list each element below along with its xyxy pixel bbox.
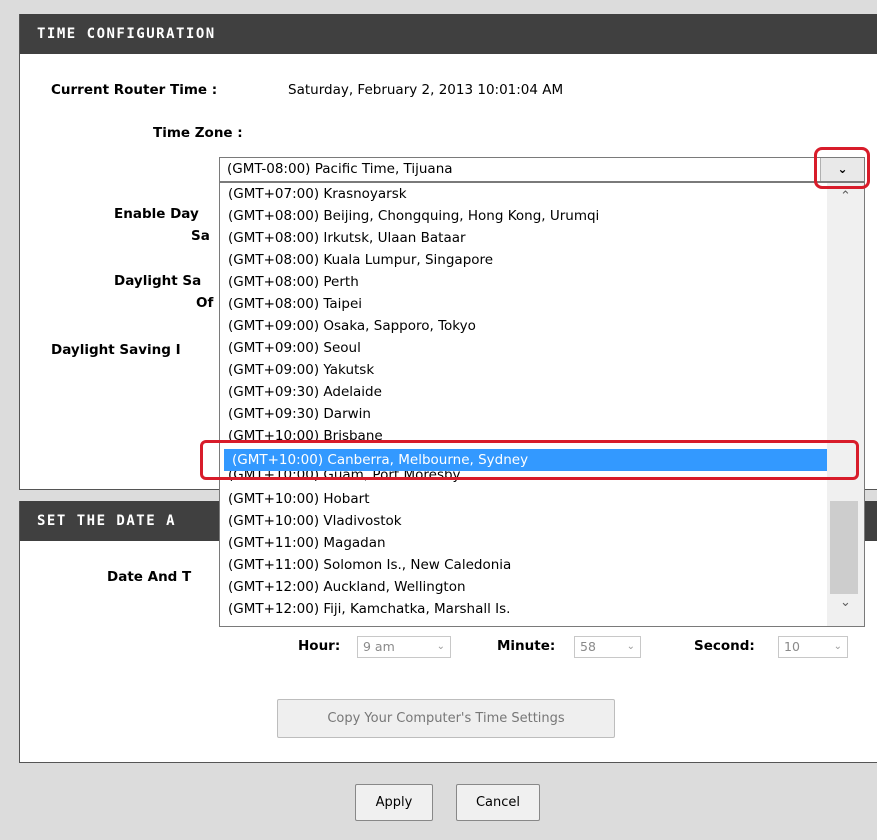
time-zone-label: Time Zone : — [153, 125, 243, 141]
current-router-time-value: Saturday, February 2, 2013 10:01:04 AM — [288, 82, 564, 98]
scroll-down-icon[interactable]: ⌄ — [827, 595, 864, 610]
cancel-button[interactable]: Cancel — [456, 784, 540, 821]
time-zone-option[interactable]: (GMT+12:00) Auckland, Wellington — [220, 576, 820, 598]
hour-select-value: 9 am — [363, 639, 395, 654]
time-zone-option[interactable]: (GMT+12:00) Fiji, Kamchatka, Marshall Is… — [220, 598, 820, 620]
enable-daylight-saving-label: Enable Day — [114, 206, 199, 222]
chevron-down-icon: ⌄ — [436, 641, 445, 652]
hour-select[interactable]: 9 am ⌄ — [357, 636, 451, 658]
time-zone-option[interactable]: (GMT+08:00) Perth — [220, 271, 820, 293]
dropdown-scrollbar[interactable]: ⌃ ⌄ — [827, 183, 864, 626]
time-zone-option[interactable]: (GMT+11:00) Solomon Is., New Caledonia — [220, 554, 820, 576]
time-zone-option[interactable]: (GMT+10:00) Vladivostok — [220, 510, 820, 532]
annotation-highlight-selected-option — [200, 440, 859, 480]
date-and-time-label: Date And T — [107, 569, 192, 585]
daylight-saving-offset-label-2: Of — [196, 295, 214, 311]
scroll-up-icon[interactable]: ⌃ — [827, 189, 864, 204]
time-zone-option[interactable]: (GMT+08:00) Kuala Lumpur, Singapore — [220, 249, 820, 271]
time-zone-option[interactable]: (GMT+08:00) Irkutsk, Ulaan Bataar — [220, 227, 820, 249]
chevron-down-icon: ⌄ — [626, 641, 635, 652]
second-select[interactable]: 10 ⌄ — [778, 636, 848, 658]
time-zone-option[interactable]: (GMT+11:00) Magadan — [220, 532, 820, 554]
chevron-down-icon: ⌄ — [833, 641, 842, 652]
second-label: Second: — [694, 638, 755, 654]
time-zone-option[interactable]: (GMT+10:00) Hobart — [220, 488, 820, 510]
daylight-saving-dates-label: Daylight Saving I — [51, 342, 181, 358]
enable-daylight-saving-label-2: Sa — [191, 228, 210, 244]
time-zone-option[interactable]: (GMT+08:00) Taipei — [220, 293, 820, 315]
annotation-highlight-dropdown-button — [814, 147, 870, 189]
hour-label: Hour: — [298, 638, 341, 654]
current-router-time-label: Current Router Time : — [51, 82, 218, 98]
minute-label: Minute: — [497, 638, 556, 654]
scroll-thumb[interactable] — [830, 501, 858, 594]
time-zone-select-value: (GMT-08:00) Pacific Time, Tijuana — [227, 161, 453, 177]
time-zone-option[interactable]: (GMT+09:00) Yakutsk — [220, 359, 820, 381]
time-zone-option[interactable]: (GMT+08:00) Beijing, Chongquing, Hong Ko… — [220, 205, 820, 227]
apply-button[interactable]: Apply — [355, 784, 433, 821]
time-configuration-header: TIME CONFIGURATION — [20, 14, 877, 54]
daylight-saving-offset-label: Daylight Sa — [114, 273, 202, 289]
minute-select-value: 58 — [580, 639, 596, 654]
time-zone-select[interactable]: (GMT-08:00) Pacific Time, Tijuana — [219, 157, 865, 182]
time-zone-option[interactable]: (GMT+09:00) Osaka, Sapporo, Tokyo — [220, 315, 820, 337]
time-zone-option[interactable]: (GMT+09:30) Darwin — [220, 403, 820, 425]
time-zone-option[interactable]: (GMT+07:00) Krasnoyarsk — [220, 183, 820, 205]
page: TIME CONFIGURATION Current Router Time :… — [0, 0, 877, 840]
time-zone-option[interactable]: (GMT+09:00) Seoul — [220, 337, 820, 359]
copy-computer-time-button[interactable]: Copy Your Computer's Time Settings — [277, 699, 615, 738]
second-select-value: 10 — [784, 639, 800, 654]
time-zone-dropdown-list[interactable]: (GMT+07:00) Krasnoyarsk (GMT+08:00) Beij… — [219, 182, 865, 627]
time-zone-option[interactable]: (GMT+09:30) Adelaide — [220, 381, 820, 403]
minute-select[interactable]: 58 ⌄ — [574, 636, 641, 658]
